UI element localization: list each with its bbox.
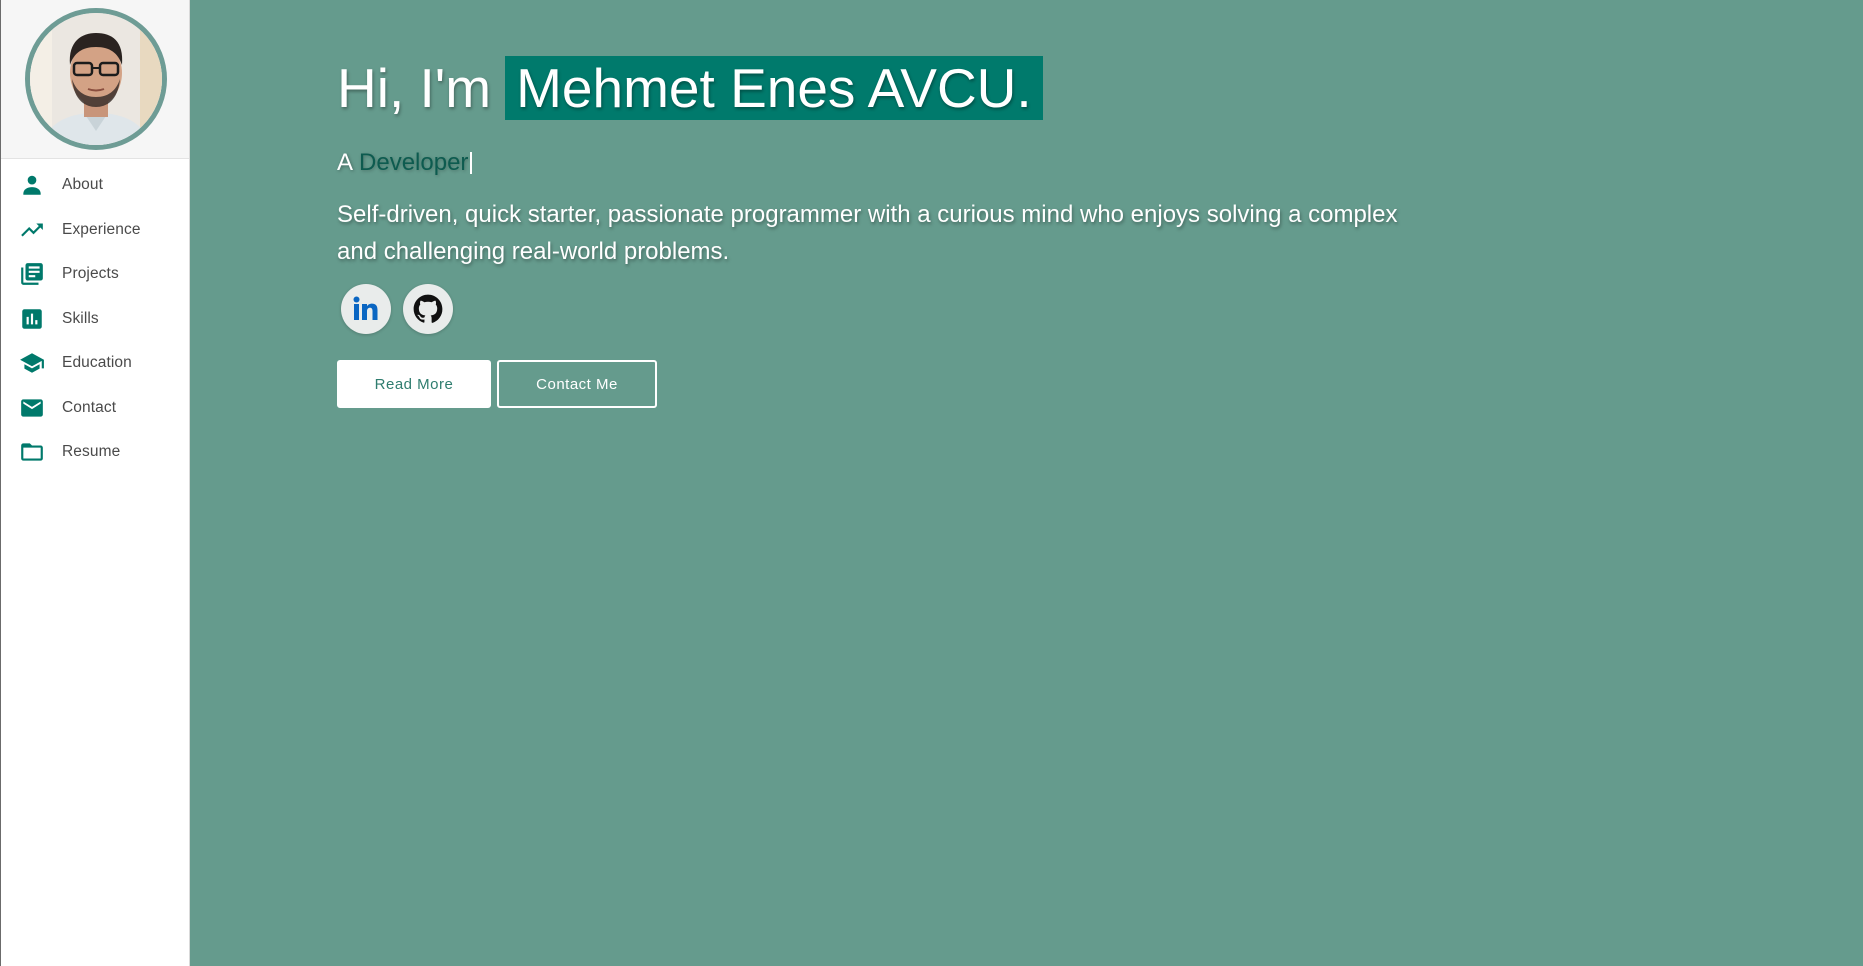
sidebar-item-contact[interactable]: Contact [1, 386, 189, 431]
role-typed-word: Developer [359, 149, 469, 176]
person-icon [19, 172, 45, 198]
social-links [337, 284, 1457, 334]
page-root: About Experience Projects Skills Educati… [0, 0, 1863, 966]
sidebar: About Experience Projects Skills Educati… [0, 0, 190, 966]
library-books-icon [19, 261, 45, 287]
hero-bio: Self-driven, quick starter, passionate p… [337, 201, 1398, 265]
avatar-photo [30, 13, 162, 145]
sidebar-item-about[interactable]: About [1, 163, 189, 208]
sidebar-item-label: Skills [62, 309, 99, 327]
sidebar-item-label: Resume [62, 443, 121, 461]
github-icon [413, 294, 443, 323]
bar-chart-icon [19, 306, 45, 332]
hero-buttons: Read More Contact Me [337, 360, 1457, 408]
hero-greeting: Hi, I'm [337, 57, 492, 119]
avatar-header [1, 0, 189, 159]
sidebar-item-education[interactable]: Education [1, 341, 189, 386]
hero-headline: Hi, I'm Mehmet Enes AVCU. [337, 56, 1457, 120]
role-prefix: A [337, 149, 354, 176]
sidebar-item-projects[interactable]: Projects [1, 252, 189, 297]
avatar [25, 8, 167, 150]
sidebar-item-label: Education [62, 354, 132, 372]
hero-role: A Developer [337, 148, 1457, 178]
sidebar-item-skills[interactable]: Skills [1, 297, 189, 342]
sidebar-item-label: Projects [62, 265, 119, 283]
contact-me-button[interactable]: Contact Me [497, 360, 657, 408]
sidebar-item-label: Contact [62, 398, 117, 416]
linkedin-link[interactable] [341, 284, 391, 334]
read-more-button[interactable]: Read More [337, 360, 491, 408]
sidebar-item-label: About [62, 176, 104, 194]
sidebar-item-label: Experience [62, 220, 141, 238]
sidebar-item-resume[interactable]: Resume [1, 430, 189, 475]
folder-icon [19, 439, 45, 465]
sidebar-item-experience[interactable]: Experience [1, 208, 189, 253]
typing-cursor [470, 152, 473, 174]
github-link[interactable] [403, 284, 453, 334]
linkedin-icon [353, 296, 378, 320]
graduation-cap-icon [19, 350, 45, 376]
sidebar-nav: About Experience Projects Skills Educati… [1, 159, 189, 475]
hero-name: Mehmet Enes AVCU. [505, 56, 1043, 120]
trending-up-icon [19, 217, 45, 243]
mail-icon [19, 395, 45, 421]
hero-section: Hi, I'm Mehmet Enes AVCU. A Developer Se… [337, 56, 1457, 408]
